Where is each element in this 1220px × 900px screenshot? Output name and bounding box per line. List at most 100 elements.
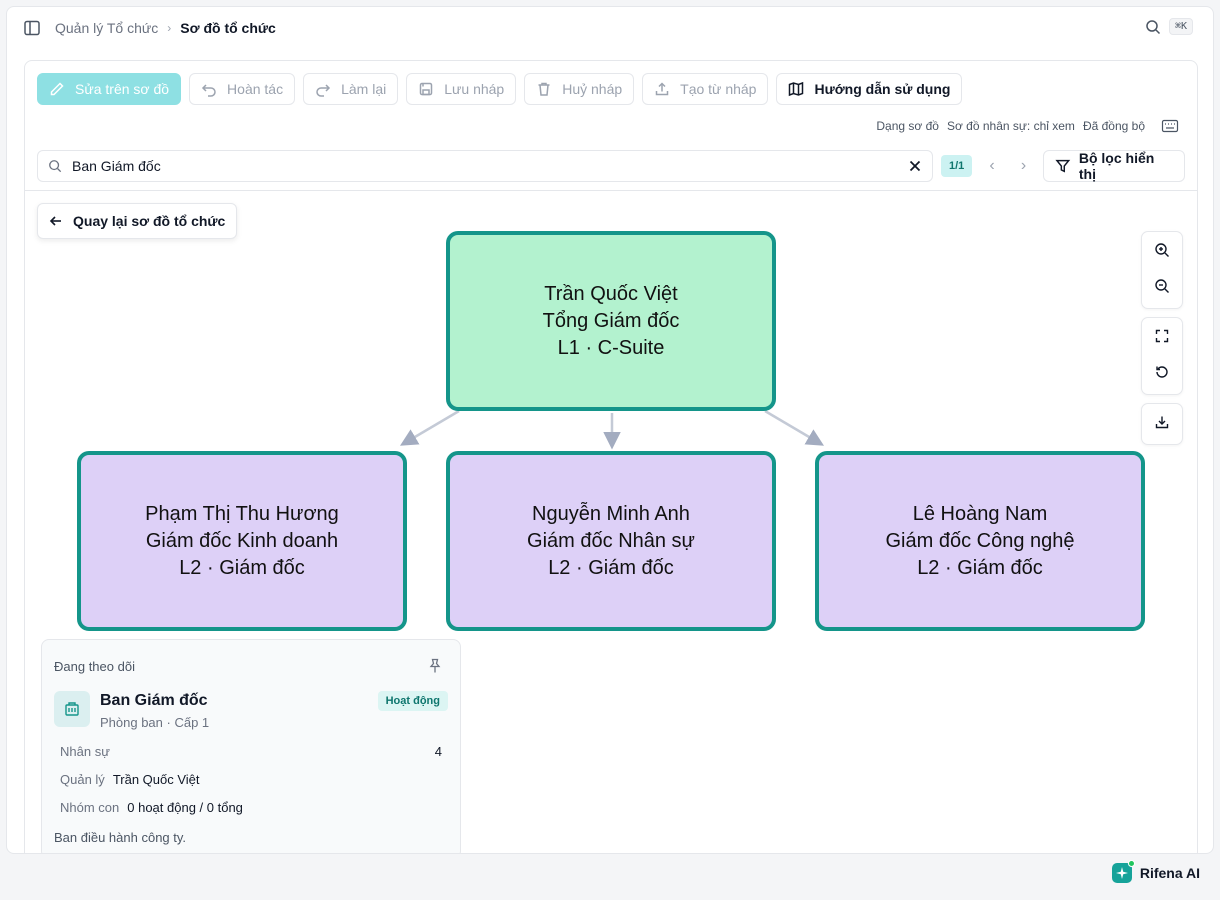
reset-view-button[interactable] (1142, 354, 1182, 390)
upload-icon (655, 82, 669, 96)
org-node-title: Giám đốc Nhân sự (527, 529, 695, 552)
app-window: Quản lý Tổ chức › Sơ đồ tổ chức ⌘K Sửa t… (6, 6, 1214, 854)
save-draft-button[interactable]: Lưu nháp (406, 73, 517, 105)
map-icon (789, 81, 804, 97)
clear-icon[interactable] (908, 159, 922, 173)
view-controls (1141, 317, 1183, 395)
staff-count-row: Nhân sự 4 (60, 744, 442, 759)
chevron-right-icon: › (167, 21, 172, 35)
chart-type-label: Dạng sơ đồ (876, 119, 939, 133)
manager-value: Trần Quốc Việt (112, 772, 200, 787)
undo-label: Hoàn tác (227, 81, 284, 97)
back-to-org-chart-button[interactable]: Quay lại sơ đồ tổ chức (37, 203, 238, 239)
top-bar: Quản lý Tổ chức › Sơ đồ tổ chức ⌘K (7, 7, 1213, 49)
org-node-sales-director[interactable]: Phạm Thị Thu Hương Giám đốc Kinh doanh L… (77, 451, 407, 631)
chart-search-input[interactable] (72, 158, 898, 174)
org-node-level: L2 · Giám đốc (548, 556, 674, 579)
zoom-controls (1141, 231, 1183, 309)
department-subtitle: Phòng ban · Cấp 1 (100, 715, 210, 730)
undo-button[interactable]: Hoàn tác (189, 73, 296, 105)
arrow-left-icon (49, 216, 61, 226)
org-node-root[interactable]: Trần Quốc Việt Tổng Giám đốc L1 · C-Suit… (446, 231, 776, 411)
subgroups-label: Nhóm con (60, 800, 120, 815)
redo-icon (316, 84, 331, 97)
manager-label: Quản lý (60, 772, 105, 787)
search-icon (49, 160, 62, 173)
display-filter-button[interactable]: Bộ lọc hiển thị (1043, 150, 1185, 182)
connector-root-to-tech (764, 409, 825, 446)
zoom-in-icon (1155, 243, 1169, 257)
manager-row: Quản lý Trần Quốc Việt (60, 772, 442, 787)
chevron-right-icon[interactable]: › (1012, 154, 1035, 178)
sync-status: Đã đồng bộ (1082, 119, 1145, 133)
org-node-name: Phạm Thị Thu Hương (145, 502, 339, 525)
shortcut-hint: ⌘K (1168, 18, 1193, 35)
editor-toolbar: Sửa trên sơ đồ Hoàn tác Làm lại Lưu nháp… (37, 73, 963, 105)
search-icon[interactable] (1145, 19, 1161, 35)
breadcrumb: Quản lý Tổ chức › Sơ đồ tổ chức (55, 20, 276, 36)
following-heading: Đang theo dõi (54, 659, 135, 674)
department-description: Ban điều hành công ty. (54, 830, 187, 845)
staff-count-value: 4 (434, 744, 442, 759)
save-icon (419, 82, 433, 96)
building-icon (54, 691, 90, 727)
breadcrumb-parent[interactable]: Quản lý Tổ chức (55, 20, 158, 36)
following-panel: Đang theo dõi Ban Giám đốc Phòng ban · C… (41, 639, 461, 853)
chart-type-value[interactable]: Sơ đồ nhân sự: chỉ xem (947, 119, 1075, 133)
sparkle-icon (1111, 860, 1135, 883)
fit-view-button[interactable] (1142, 318, 1182, 354)
export-controls (1141, 403, 1183, 445)
create-from-draft-label: Tạo từ nháp (680, 81, 757, 97)
breadcrumb-current: Sơ đồ tổ chức (180, 20, 276, 36)
org-node-title: Giám đốc Công nghệ (885, 529, 1075, 552)
org-node-title: Tổng Giám đốc (542, 309, 680, 332)
global-search[interactable]: ⌘K (1145, 18, 1193, 35)
chevron-left-icon[interactable]: ‹ (980, 154, 1003, 178)
redo-label: Làm lại (341, 81, 387, 97)
ai-assistant-button[interactable]: Rifena AI (1111, 860, 1200, 883)
edit-on-chart-button[interactable]: Sửa trên sơ đồ (37, 73, 182, 105)
zoom-out-icon (1155, 279, 1169, 293)
org-node-level: L1 · C-Suite (557, 336, 665, 359)
filter-icon (1055, 159, 1071, 173)
search-row: 1/1 ‹ › Bộ lọc hiển thị (37, 150, 1185, 182)
zoom-in-button[interactable] (1142, 232, 1182, 268)
back-to-org-chart-label: Quay lại sơ đồ tổ chức (73, 213, 226, 229)
user-guide-button[interactable]: Hướng dẫn sử dụng (776, 73, 963, 105)
pin-icon[interactable] (428, 658, 442, 674)
org-node-name: Nguyễn Minh Anh (532, 502, 690, 525)
org-node-name: Lê Hoàng Nam (912, 502, 1048, 525)
org-node-title: Giám đốc Kinh doanh (145, 529, 339, 552)
status-badge: Hoạt động (377, 691, 448, 711)
search-result-counter: 1/1 (941, 155, 973, 177)
staff-count-label: Nhân sự (60, 744, 110, 759)
cancel-draft-label: Huỷ nháp (562, 81, 623, 97)
download-button[interactable] (1142, 404, 1182, 440)
trash-icon (538, 82, 550, 96)
zoom-out-button[interactable] (1142, 268, 1182, 304)
cancel-draft-button[interactable]: Huỷ nháp (524, 73, 635, 105)
ai-assistant-label: Rifena AI (1139, 865, 1200, 881)
subgroups-row: Nhóm con 0 hoạt động / 0 tổng (60, 800, 442, 815)
pencil-icon (50, 82, 64, 96)
user-guide-label: Hướng dẫn sử dụng (814, 81, 951, 97)
display-filter-label: Bộ lọc hiển thị (1078, 150, 1155, 182)
fullscreen-icon (1155, 329, 1169, 343)
online-indicator (1127, 860, 1135, 867)
org-node-hr-director[interactable]: Nguyễn Minh Anh Giám đốc Nhân sự L2 · Gi… (446, 451, 776, 631)
download-icon (1155, 416, 1169, 429)
rotate-ccw-icon (1156, 366, 1168, 378)
chart-search (37, 150, 933, 182)
org-node-level: L2 · Giám đốc (179, 556, 305, 579)
department-name: Ban Giám đốc (100, 692, 208, 709)
create-from-draft-button[interactable]: Tạo từ nháp (642, 73, 769, 105)
keyboard-icon[interactable] (1161, 119, 1179, 133)
org-node-tech-director[interactable]: Lê Hoàng Nam Giám đốc Công nghệ L2 · Giá… (815, 451, 1145, 631)
subgroups-value: 0 hoạt động / 0 tổng (127, 800, 243, 815)
redo-button[interactable]: Làm lại (303, 73, 399, 105)
save-draft-label: Lưu nháp (444, 81, 505, 97)
org-node-level: L2 · Giám đốc (917, 556, 1043, 579)
sidebar-toggle-icon[interactable] (23, 19, 41, 37)
org-node-name: Trần Quốc Việt (544, 282, 678, 305)
chart-meta: Dạng sơ đồ Sơ đồ nhân sự: chỉ xem Đã đồn… (876, 119, 1179, 133)
